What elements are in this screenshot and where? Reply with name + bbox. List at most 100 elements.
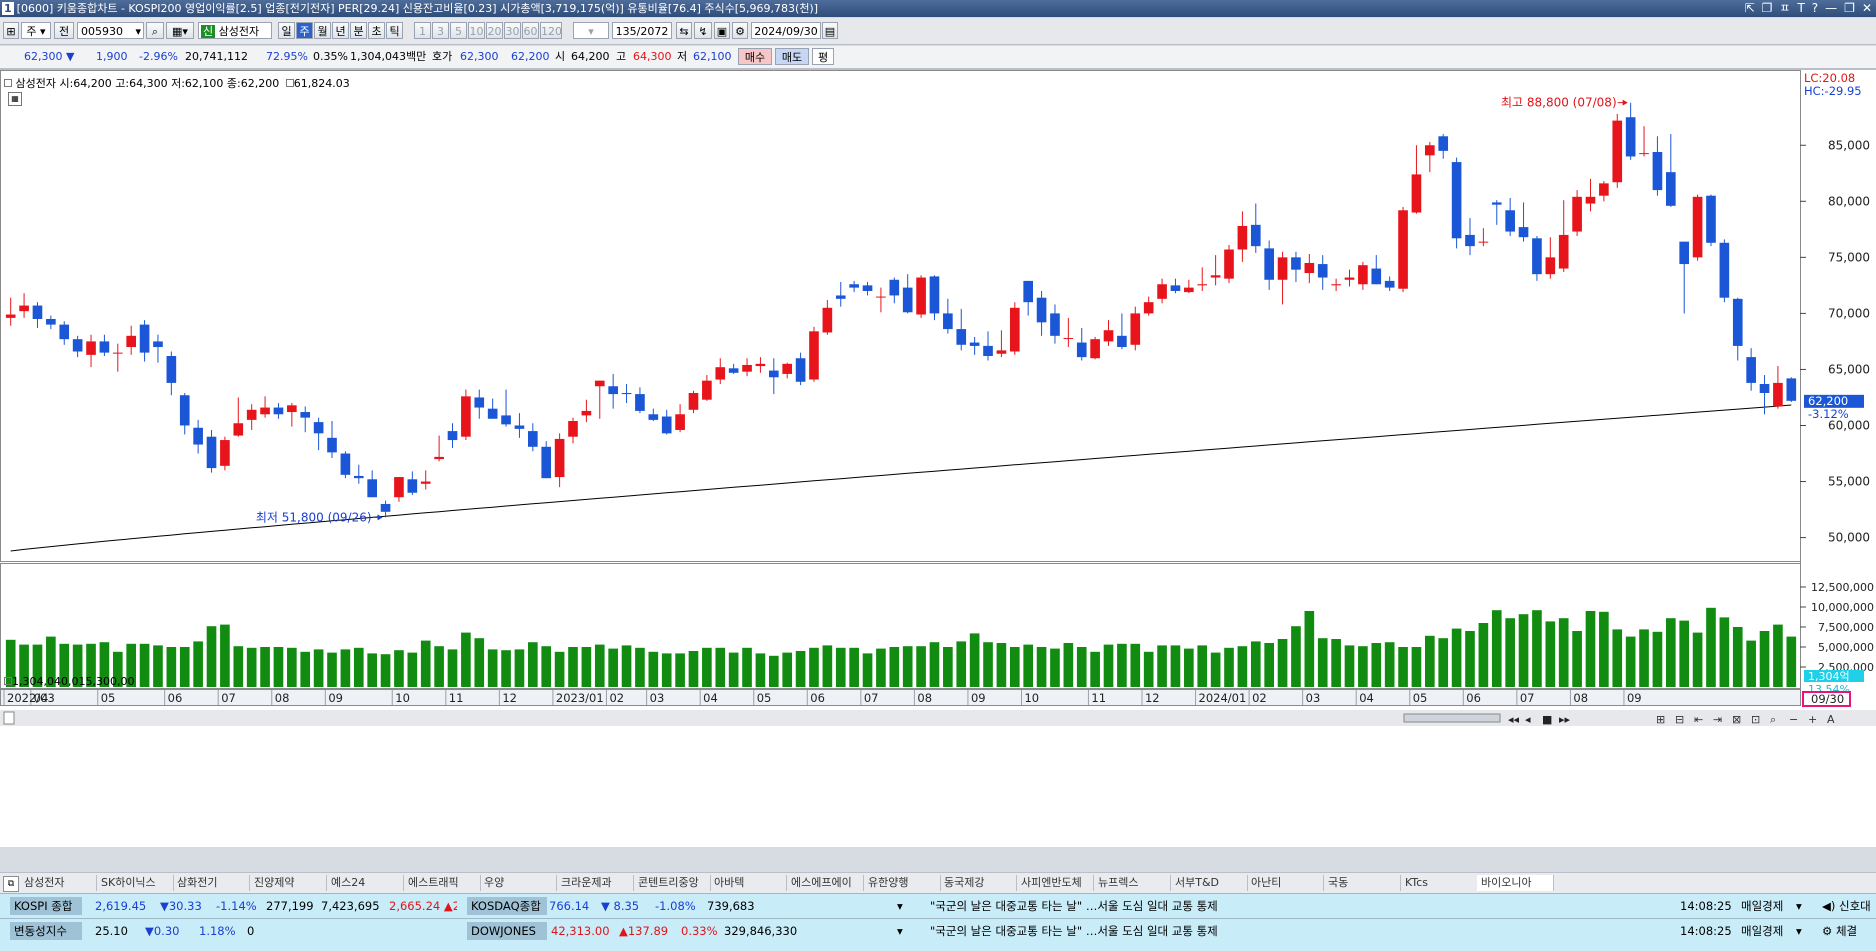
volume-bar [514,649,525,687]
chart-menu-icon[interactable]: ⊞ [3,22,19,39]
tick-unit-select[interactable]: ▾ [573,22,609,39]
calendar-icon[interactable]: ▤ [822,22,838,39]
period-tab[interactable]: 년 [332,22,349,39]
stock-tab[interactable]: 삼성전자 [20,875,97,891]
stock-tab[interactable]: 아바텍 [710,875,787,891]
volume-bar [447,649,458,687]
stock-tab[interactable]: 유한양행 [864,875,941,891]
volume-header: 1,304,040,015,300,00 [12,675,135,688]
dowjones-label[interactable]: DOWJONES [467,922,547,940]
help-icon[interactable]: ? [1812,1,1818,15]
average-button[interactable]: 평 [812,48,834,65]
stock-tab[interactable]: 에스에프에이 [787,875,864,891]
stock-tab[interactable]: SK하이닉스 [97,875,174,891]
stock-tab[interactable]: 뉴프렉스 [1094,875,1171,891]
stock-tab[interactable]: 진양제약 [250,875,327,891]
dropdown-icon[interactable]: ▾ [1796,898,1802,914]
candle-body [367,479,377,498]
chart-tool-icon: ⇥ [1713,713,1722,726]
candle-body [1786,378,1797,401]
copy-icon[interactable]: ⧉ [3,876,19,892]
candle-body [956,329,967,345]
signal-button[interactable]: ◀) 신호대 [1822,898,1871,914]
stock-tab[interactable]: 우양 [480,875,557,891]
close-icon[interactable]: ✕ [1862,1,1872,15]
minute-option[interactable]: 5 [450,22,467,39]
candle-body [541,446,552,479]
date-tick-label: 06 [810,691,825,705]
news-headline-2[interactable]: "국군의 날은 대중교통 타는 날" …서울 도심 일대 교통 통제 [930,923,1218,939]
kospi-label[interactable]: KOSPI 종합 [10,897,82,915]
stock-tab[interactable]: 콘텐트리중앙 [634,875,711,891]
period-tab[interactable]: 틱 [386,22,403,39]
minute-option[interactable]: 120 [540,22,562,39]
volatility-label[interactable]: 변동성지수 [10,922,82,940]
minimize-icon[interactable]: — [1825,1,1837,15]
stock-tab[interactable]: 국동 [1324,875,1401,891]
dock-icon[interactable]: ㅍ [1779,1,1790,15]
date-tick-label: 08 [917,691,932,705]
gear-icon[interactable]: ⚙ [732,22,748,39]
maximize-icon[interactable]: ❐ [1844,1,1855,15]
trade-button[interactable]: ⚙ 체결 [1822,923,1857,939]
chart-type-icon[interactable]: ▦▾ [166,22,194,39]
volume-bar [755,653,766,687]
stock-code-input[interactable]: 005930 ▾ [77,22,144,39]
chart-area[interactable]: 50,000 55,000 60,000 65,000 70,000 75,000 80,0… [0,69,1876,847]
sell-button[interactable]: 매도 [775,48,809,65]
stock-tab[interactable]: 아난티 [1247,875,1324,891]
link-icon[interactable]: ⇆ [676,22,692,39]
save-icon[interactable]: ▣ [714,22,730,39]
down-arrow-icon: ▼ [66,50,75,63]
stock-tab[interactable]: 바이오니아 [1477,875,1554,891]
date-tick-label: 04 [1359,691,1374,705]
volume-bar [1317,638,1328,687]
volume-bar [635,647,645,687]
date-field[interactable]: 2024/09/30 [751,22,821,39]
restore-icon[interactable]: ⇱ [1745,1,1755,15]
stock-tab[interactable]: 에스트래픽 [404,875,481,891]
minute-option[interactable]: 20 [486,22,503,39]
tile-icon[interactable]: ❐ [1762,1,1773,15]
period-tab[interactable]: 분 [350,22,367,39]
minute-option[interactable]: 30 [504,22,521,39]
draw-icon[interactable]: ↯ [694,22,712,39]
minute-option[interactable]: 1 [414,22,431,39]
dropdown-icon[interactable]: ▾ [897,898,903,914]
minute-option[interactable]: 3 [432,22,449,39]
stock-tab[interactable]: 동국제강 [940,875,1017,891]
stock-tab[interactable]: 삼화전기 [173,875,250,891]
last-pct-label: -3.12% [1808,407,1849,421]
period-tab[interactable]: 일 [278,22,295,39]
search-icon[interactable]: ⌕ [146,22,164,39]
stock-code-value: 005930 [81,25,123,38]
prev-button[interactable]: 전 [54,22,74,39]
text-icon[interactable]: T [1797,1,1804,15]
kosdaq-label[interactable]: KOSDAQ종합 [467,897,547,915]
y-tick-label: 85,000 [1828,138,1870,152]
candlestick-chart[interactable]: 50,00055,00060,00065,00070,00075,00080,0… [0,70,1876,847]
candle-body [1491,202,1502,205]
playback-icon: ◂ [1525,713,1531,726]
stock-tab[interactable]: 서부T&D [1171,875,1248,891]
minute-option[interactable]: 10 [468,22,485,39]
period-tab[interactable]: 초 [368,22,385,39]
dropdown-icon[interactable]: ▾ [1796,923,1802,939]
stock-tab[interactable]: KTcs [1401,875,1478,891]
news-time: 14:08:25 [1680,899,1732,913]
buy-button[interactable]: 매수 [738,48,772,65]
candle-body [1063,338,1074,340]
stock-tab[interactable]: 크라운제과 [557,875,634,891]
period-tab[interactable]: 월 [314,22,331,39]
dropdown-icon[interactable]: ▾ [897,923,903,939]
period-tab[interactable]: 주 [296,22,313,39]
minute-option[interactable]: 60 [522,22,539,39]
count-field[interactable]: 135/2072 [612,22,672,39]
code-type-select[interactable]: 주 ▾ [21,22,51,39]
window-title: [0600] 키움종합차트 - KOSPI200 영업이익률[2.5] 업종[전… [16,2,819,15]
news-headline[interactable]: "국군의 날은 대중교통 타는 날" …서울 도심 일대 교통 통제 [930,898,1218,914]
stock-tab[interactable]: 예스24 [327,875,404,891]
stock-tab[interactable]: 사피엔반도체 [1017,875,1094,891]
grid-toggle-icon[interactable]: ▦ [8,92,22,106]
stock-name-field[interactable]: 신 삼성전자 [198,22,272,39]
